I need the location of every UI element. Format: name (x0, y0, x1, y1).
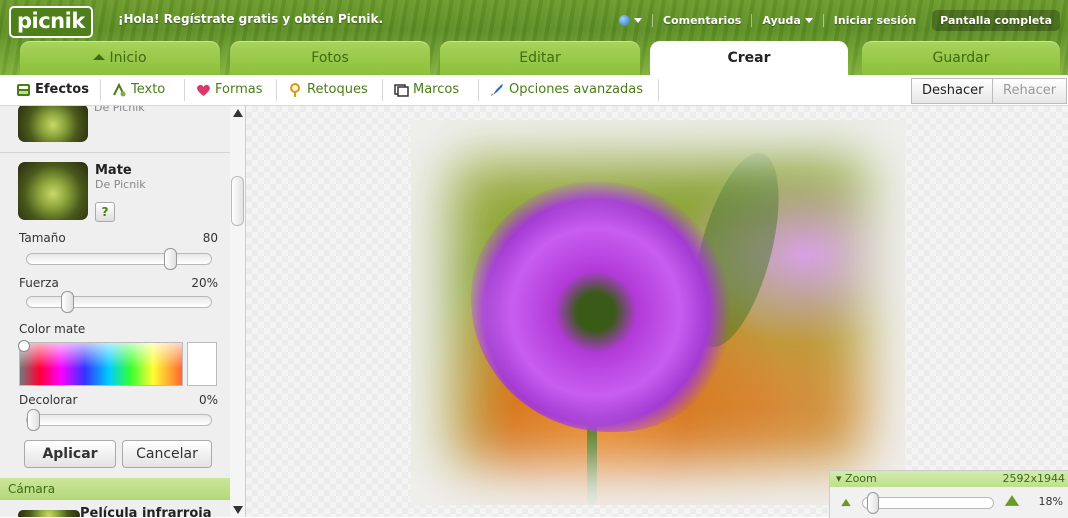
zoom-header[interactable]: ▾ Zoom 2592x1944 (830, 471, 1068, 487)
chevron-down-icon (804, 17, 813, 23)
divider (276, 79, 277, 101)
picnik-logo[interactable]: picnik (9, 6, 93, 38)
cancel-button[interactable]: Cancelar (122, 440, 212, 468)
tab-edit[interactable]: Editar (440, 41, 640, 75)
divider (0, 152, 230, 153)
zoom-in-icon[interactable] (1004, 495, 1020, 506)
frames-icon (394, 84, 409, 97)
subtab-effects-label: Efectos (35, 82, 89, 97)
subtab-advanced[interactable]: Opciones avanzadas (482, 75, 651, 105)
undo-button[interactable]: Deshacer (911, 78, 995, 104)
effect-author: De Picnik (95, 178, 146, 191)
create-toolbar: Efectos Texto Formas Retoques Marcos Opc… (0, 75, 1068, 106)
panel-scrollbar[interactable] (230, 106, 246, 517)
fade-slider-handle[interactable] (27, 409, 40, 431)
photo-preview[interactable] (411, 120, 905, 505)
effects-icon (17, 84, 30, 96)
tab-save[interactable]: Guardar (862, 41, 1060, 75)
zoom-slider[interactable] (862, 492, 994, 514)
zoom-slider-handle[interactable] (867, 492, 879, 514)
help-menu[interactable]: Ayuda (751, 13, 822, 27)
size-slider[interactable] (26, 248, 212, 270)
subtab-effects[interactable]: Efectos (8, 75, 97, 105)
scroll-down-icon[interactable] (233, 506, 243, 514)
subtab-text-label: Texto (131, 82, 166, 97)
subtab-shapes[interactable]: Formas (188, 75, 271, 105)
top-bar: picnik ¡Hola! Regístrate gratis y obtén … (0, 0, 1068, 75)
subtab-frames-label: Marcos (413, 82, 460, 97)
strength-label: Fuerza (19, 276, 59, 290)
section-camera[interactable]: Cámara (0, 478, 230, 500)
subtab-text[interactable]: Texto (104, 75, 173, 105)
zoom-label: Zoom (845, 472, 877, 485)
chevron-down-icon (633, 17, 642, 23)
previous-effect-author: De Picnik (94, 106, 145, 114)
effects-panel: De Picnik Mate De Picnik ? Tamaño 80 Fue… (0, 106, 231, 517)
signup-promo-link[interactable]: ¡Hola! Regístrate gratis y obtén Picnik. (118, 12, 383, 26)
zoom-out-icon[interactable] (841, 498, 851, 507)
tab-home[interactable]: Inicio (20, 41, 220, 75)
rocket-icon (491, 84, 503, 96)
color-spectrum-picker[interactable] (19, 342, 183, 386)
heart-icon (197, 84, 210, 96)
matte-vignette (411, 120, 905, 505)
scrollbar-thumb[interactable] (231, 176, 244, 226)
fade-slider[interactable] (26, 409, 212, 431)
matte-color-label: Color mate (19, 322, 86, 336)
subtab-shapes-label: Formas (215, 82, 263, 97)
text-icon (113, 83, 126, 97)
subtab-advanced-label: Opciones avanzadas (509, 82, 643, 97)
divider (478, 79, 479, 101)
size-slider-handle[interactable] (163, 248, 177, 270)
zoom-percent: 18% (1038, 495, 1063, 508)
next-effect-thumbnail[interactable] (18, 510, 80, 517)
main-tabs: Inicio Fotos Editar Crear Guardar (0, 41, 1068, 75)
redo-button[interactable]: Rehacer (992, 78, 1068, 104)
divider (658, 79, 659, 101)
home-icon (93, 54, 106, 60)
fade-value: 0% (198, 393, 218, 407)
fade-label: Decolorar (19, 393, 78, 407)
top-links: Comentarios Ayuda Iniciar sesión Pantall… (609, 8, 1060, 32)
strength-value: 20% (191, 276, 218, 290)
scroll-up-icon[interactable] (233, 109, 243, 117)
comments-link[interactable]: Comentarios (651, 13, 751, 27)
zoom-panel: ▾ Zoom 2592x1944 18% (829, 470, 1068, 518)
size-value: 80 (202, 231, 218, 245)
tab-home-label: Inicio (109, 50, 147, 66)
help-menu-label: Ayuda (762, 13, 801, 27)
divider (184, 79, 185, 101)
fullscreen-button[interactable]: Pantalla completa (932, 9, 1060, 31)
previous-effect-thumbnail[interactable] (18, 106, 88, 142)
next-effect-title: Película infrarroja (80, 506, 212, 517)
apply-button[interactable]: Aplicar (24, 440, 116, 468)
globe-icon (618, 14, 630, 26)
divider (382, 79, 383, 101)
subtab-frames[interactable]: Marcos (386, 75, 467, 105)
language-selector[interactable] (609, 14, 652, 26)
tab-create[interactable]: Crear (650, 41, 848, 75)
size-label: Tamaño (19, 231, 66, 245)
signin-link[interactable]: Iniciar sesión (822, 13, 926, 27)
strength-slider[interactable] (26, 291, 212, 313)
selected-color-swatch[interactable] (187, 342, 217, 386)
magnifier-icon (290, 83, 300, 97)
help-icon[interactable]: ? (95, 202, 115, 222)
color-picker-handle[interactable] (18, 340, 30, 352)
subtab-touchup-label: Retoques (307, 82, 368, 97)
strength-slider-handle[interactable] (61, 291, 75, 313)
zoom-title: ▾ Zoom (836, 472, 877, 485)
effect-title: Mate (95, 163, 132, 178)
divider (100, 79, 101, 101)
tab-photos[interactable]: Fotos (230, 41, 430, 75)
subtab-touchup[interactable]: Retoques (280, 75, 376, 105)
image-dimensions: 2592x1944 (1002, 472, 1066, 485)
effect-thumbnail[interactable] (18, 162, 88, 220)
